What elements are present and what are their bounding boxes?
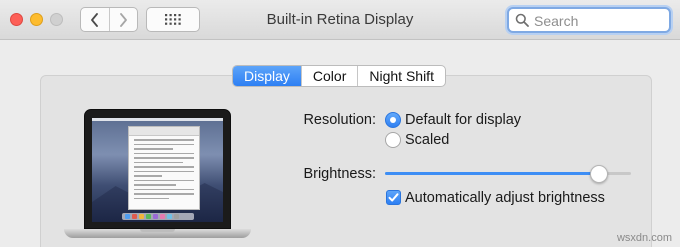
back-chevron-icon (90, 12, 98, 27)
search-field[interactable]: Search (507, 7, 671, 33)
display-illustration (64, 109, 251, 241)
resolution-label: Resolution: (303, 112, 376, 128)
show-all-button[interactable] (146, 7, 200, 32)
watermark-text: wsxdn.com (616, 232, 672, 244)
window-titlebar: Built-in Retina Display Search (0, 0, 680, 40)
laptop-lid (84, 109, 231, 229)
tab-bar: Display Color Night Shift (232, 65, 446, 87)
auto-brightness-label[interactable]: Automatically adjust brightness (405, 190, 605, 206)
default-for-display-radio[interactable] (385, 112, 401, 128)
tab-display[interactable]: Display (233, 66, 301, 86)
document-window (128, 126, 200, 210)
close-window-button[interactable] (10, 13, 23, 26)
laptop-screen (92, 118, 223, 222)
tab-night-shift[interactable]: Night Shift (357, 66, 445, 86)
window-title: Built-in Retina Display (266, 11, 414, 28)
brightness-slider[interactable] (385, 164, 631, 184)
back-button[interactable] (81, 8, 109, 31)
forward-chevron-icon (120, 12, 128, 27)
tab-color[interactable]: Color (300, 66, 357, 86)
dock (122, 213, 194, 220)
auto-brightness-checkbox[interactable] (386, 190, 401, 205)
back-forward-group (80, 7, 138, 32)
minimize-window-button[interactable] (30, 13, 43, 26)
checkmark-icon (388, 193, 399, 202)
forward-button[interactable] (108, 8, 138, 31)
scaled-radio[interactable] (385, 132, 401, 148)
brightness-label: Brightness: (303, 166, 376, 182)
search-icon (515, 13, 529, 27)
fullscreen-window-button[interactable] (50, 13, 63, 26)
scaled-label[interactable]: Scaled (405, 132, 449, 148)
search-placeholder: Search (534, 13, 579, 29)
brightness-slider-thumb[interactable] (590, 165, 608, 183)
show-all-grid-icon (165, 14, 181, 25)
default-for-display-label[interactable]: Default for display (405, 112, 521, 128)
